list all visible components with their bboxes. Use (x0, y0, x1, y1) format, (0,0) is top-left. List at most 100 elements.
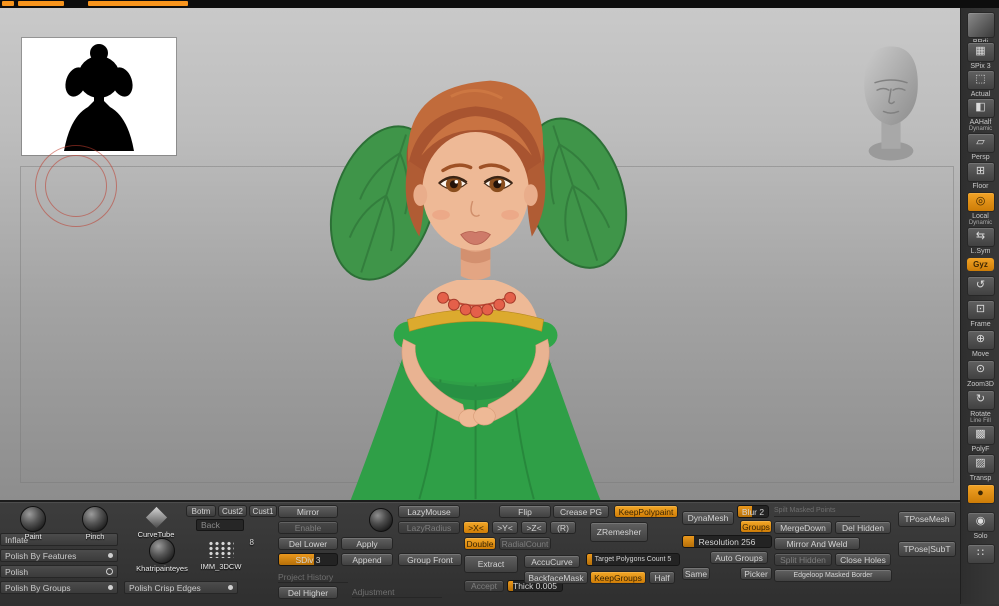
ctrl-tpose-subt[interactable]: TPose|SubT (898, 541, 956, 557)
alpha-preview-thumbnail[interactable] (22, 38, 176, 155)
ctrl-del-lower[interactable]: Del Lower (278, 537, 338, 550)
ctrl-blur-2[interactable]: Blur 2 (737, 505, 769, 518)
sculpt-character[interactable] (293, 54, 668, 506)
ctrl-mirror-and-weld[interactable]: Mirror And Weld (774, 537, 860, 550)
ctrl-same[interactable]: Same (682, 567, 710, 580)
ctrl-half[interactable]: Half (649, 571, 675, 584)
row-polish-crisp-edges-indicator[interactable] (228, 585, 233, 590)
shelf-gyz[interactable]: Gyz (967, 258, 994, 271)
row-polish-by-groups[interactable]: Polish By Groups (0, 581, 118, 594)
ctrl-keeppolypaint[interactable]: KeepPolypaint (614, 505, 678, 518)
ctrl-del-hidden[interactable]: Del Hidden (835, 521, 891, 534)
ctrl-double[interactable]: Double (464, 537, 496, 550)
ctrl-thick-0-005[interactable]: Thick 0.005 (507, 580, 563, 592)
ctrl-project-history[interactable]: Project History (278, 571, 348, 583)
brush-curvetube[interactable]: CurveTube (130, 506, 182, 539)
shelf-ghost[interactable]: ● (965, 484, 996, 504)
ctrl-auto-groups[interactable]: Auto Groups (710, 551, 768, 564)
ctrl-dynamesh[interactable]: DynaMesh (682, 511, 734, 525)
shelf-brush-preview[interactable]: BRdi (965, 12, 996, 46)
row-polish-crisp-edges[interactable]: Polish Crisp Edges (124, 581, 238, 594)
shelf-zoom[interactable]: ⊙Zoom3D (965, 360, 996, 388)
ctrl-botm[interactable]: Botm (186, 505, 216, 517)
ctrl-close-holes[interactable]: Close Holes (835, 553, 891, 566)
transp-label: Transp (965, 475, 996, 482)
rotate-icon: ↻ (967, 390, 995, 410)
ctrl-append[interactable]: Append (341, 553, 393, 566)
ctrl-thick-0-005-label: Thick 0.005 (513, 581, 557, 591)
ctrl-radialcount[interactable]: RadialCount (499, 537, 551, 550)
ctrl-mergedown[interactable]: MergeDown (774, 521, 832, 534)
ctrl-r[interactable]: (R) (550, 521, 576, 534)
ctrl-y[interactable]: >Y< (492, 521, 518, 534)
ctrl-keepgroups[interactable]: KeepGroups (590, 571, 646, 584)
shelf-extra[interactable]: ∷ (965, 544, 996, 564)
row-polish[interactable]: Polish (0, 565, 118, 578)
ctrl-lazymouse[interactable]: LazyMouse (398, 505, 460, 518)
ctrl-split-hidden[interactable]: Split Hidden (774, 553, 832, 566)
row-polish-by-features[interactable]: Polish By Features (0, 549, 118, 562)
shelf-spix[interactable]: ▦SPix 3 (965, 42, 996, 70)
ctrl-accucurve[interactable]: AccuCurve (524, 555, 580, 568)
ctrl-del-higher[interactable]: Del Higher (278, 586, 338, 599)
shelf-undo[interactable]: ↺ (965, 276, 996, 296)
ctrl-picker[interactable]: Picker (740, 567, 772, 580)
ctrl-tposemesh[interactable]: TPoseMesh (898, 511, 956, 527)
accent-segment-2 (88, 1, 188, 6)
ctrl-spilt-masked-points[interactable]: Spilt Masked Points (774, 505, 860, 517)
ctrl-z[interactable]: >Z< (521, 521, 547, 534)
row-polish-by-groups-indicator[interactable] (108, 585, 113, 590)
ctrl-resolution-256[interactable]: Resolution 256 (682, 535, 772, 548)
shelf-aahalf[interactable]: ◧AAHalf (965, 98, 996, 126)
brush-pinch[interactable]: Pinch (74, 506, 116, 541)
ctrl-crease-pg[interactable]: Crease PG (553, 505, 609, 518)
solo-label: Solo (965, 533, 996, 540)
row-polish-indicator[interactable] (106, 568, 113, 575)
polyf-icon: ▩ (967, 425, 995, 445)
ctrl-mirror[interactable]: Mirror (278, 505, 338, 518)
ctrl-resolution-256-fill (683, 536, 694, 547)
shelf-solo[interactable]: ◉Solo (965, 512, 996, 540)
shelf-transp[interactable]: ▨Transp (965, 454, 996, 482)
reference-head-sculpt[interactable] (852, 40, 930, 168)
ctrl-extract[interactable]: Extract (464, 555, 518, 573)
shelf-polyf[interactable]: Line Fill▩PolyF (965, 418, 996, 453)
shelf-frame[interactable]: ⊡Frame (965, 300, 996, 328)
ctrl-target-polygons-count-5-fill (587, 554, 592, 565)
spix-label: SPix 3 (965, 63, 996, 70)
shelf-local[interactable]: ◎Local (965, 192, 996, 220)
ctrl-groups[interactable]: Groups (740, 520, 772, 533)
silhouette-image (22, 38, 176, 155)
ctrl-cust1[interactable]: Cust1 (249, 505, 277, 517)
shelf-floor[interactable]: ⊞Floor (965, 162, 996, 190)
shelf-lsym[interactable]: Dynamic⇆L.Sym (965, 220, 996, 255)
imm-3dcw-badge: 8 (250, 538, 254, 547)
brush-imm-3dcw[interactable]: IMM_3DCW8 (196, 538, 246, 571)
document-canvas[interactable] (0, 8, 960, 500)
ctrl-back[interactable]: Back (196, 519, 244, 531)
shelf-rotate[interactable]: ↻Rotate (965, 390, 996, 418)
ctrl-cust2[interactable]: Cust2 (218, 505, 247, 517)
ctrl-flip[interactable]: Flip (499, 505, 551, 518)
ctrl-target-polygons-count-5[interactable]: Target Polygons Count 5 (586, 553, 680, 566)
ctrl-x[interactable]: >X< (463, 521, 489, 534)
ctrl-lazyradius[interactable]: LazyRadius (398, 521, 460, 534)
ctrl-accept[interactable]: Accept (464, 580, 504, 592)
row-polish-label: Polish (5, 567, 28, 577)
shelf-actual[interactable]: ⬚Actual (965, 70, 996, 98)
ctrl-adjustment[interactable]: Adjustment (352, 586, 442, 598)
material-sphere-icon[interactable] (369, 508, 393, 532)
ctrl-enable[interactable]: Enable (278, 521, 338, 534)
local-label: Local (965, 213, 996, 220)
ctrl-apply[interactable]: Apply (341, 537, 393, 550)
ctrl-group-front[interactable]: Group Front (398, 553, 462, 566)
ctrl-sdiv-3[interactable]: SDiv 3 (278, 553, 338, 566)
shelf-move[interactable]: ⊕Move (965, 330, 996, 358)
row-polish-by-features-indicator[interactable] (108, 553, 113, 558)
shelf-persp[interactable]: Dynamic▱Persp (965, 126, 996, 161)
ctrl-edgeloop-masked-border[interactable]: Edgeloop Masked Border (774, 569, 892, 582)
ctrl-zremesher[interactable]: ZRemesher (590, 522, 648, 542)
brush-khatripainteyes[interactable]: Khatripainteyes (128, 538, 196, 573)
brush-paint[interactable]: Paint (12, 506, 54, 541)
imm-3dcw-brush-label: IMM_3DCW (196, 562, 246, 571)
